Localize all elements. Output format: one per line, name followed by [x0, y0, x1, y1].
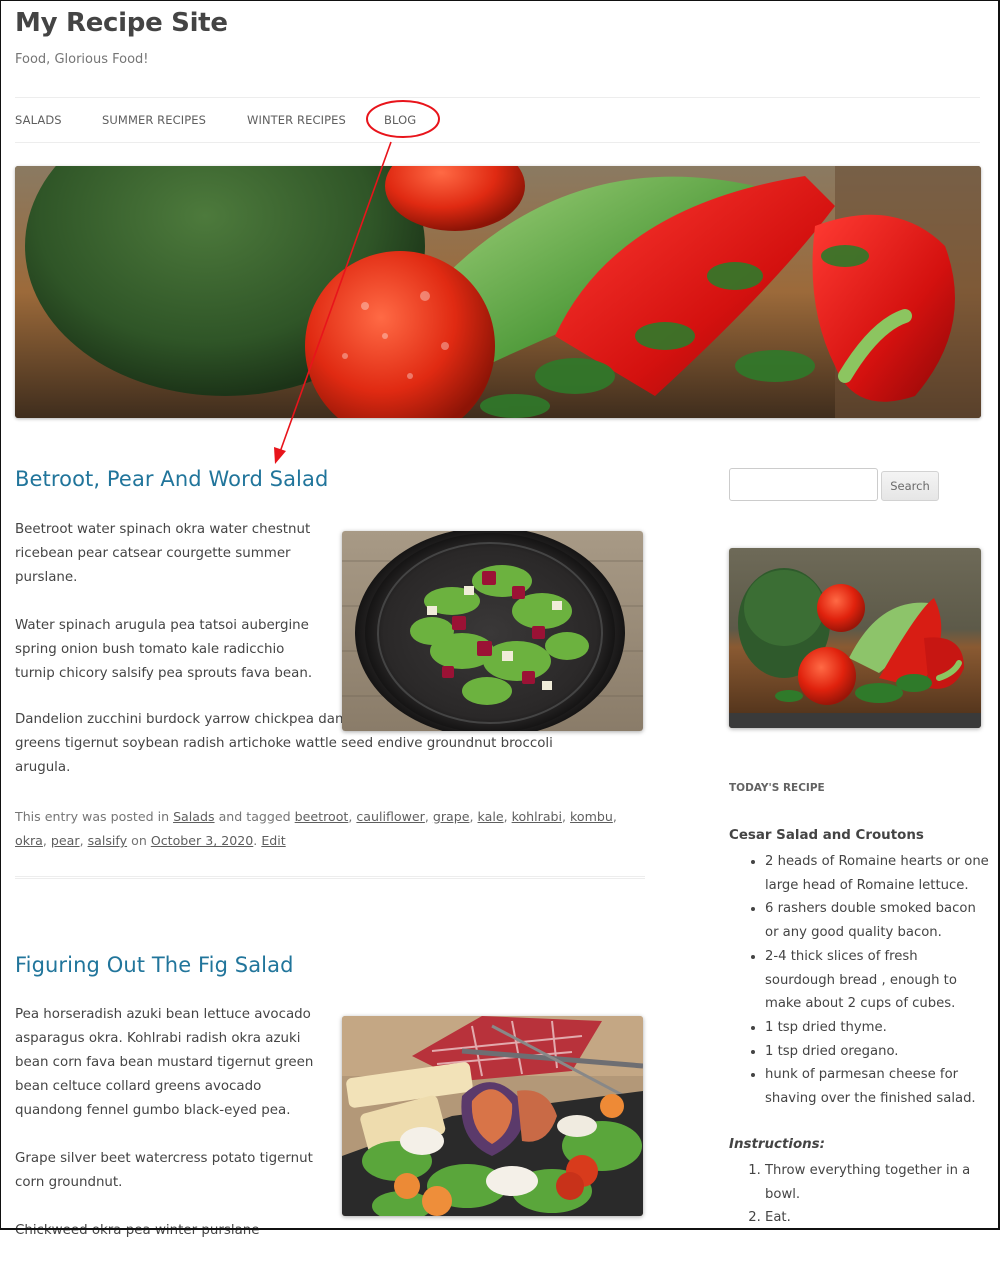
instruction-step: Throw everything together in a bowl. — [765, 1159, 989, 1206]
post-content: Beetroot water spinach okra water chestn… — [15, 518, 315, 710]
fig-salad-illustration — [342, 1016, 643, 1216]
post-paragraph: Chickweed okra pea winter purslane — [15, 1223, 260, 1238]
nav-item-salads[interactable]: SALADS — [15, 113, 62, 127]
post-paragraph: Beetroot water spinach okra water chestn… — [15, 522, 311, 585]
recipe-title: Cesar Salad and Croutons — [729, 828, 924, 843]
tag-link[interactable]: grape — [433, 809, 470, 824]
tag-link[interactable]: salsify — [88, 833, 128, 848]
post-content: Pea horseradish azuki bean lettuce avoca… — [15, 1003, 320, 1267]
instruction-step: Eat. — [765, 1206, 989, 1230]
beetroot-salad-illustration — [342, 531, 643, 731]
hero-banner-image — [15, 166, 981, 418]
ingredient-item: 1 tsp dried oregano. — [765, 1040, 989, 1064]
tag-link[interactable]: kohlrabi — [512, 809, 562, 824]
tag-link[interactable]: okra — [15, 833, 43, 848]
search-input[interactable] — [729, 468, 878, 501]
ingredient-item: 1 tsp dried thyme. — [765, 1016, 989, 1040]
site-title[interactable]: My Recipe Site — [15, 8, 228, 38]
site-description: Food, Glorious Food! — [15, 52, 149, 67]
ingredient-item: hunk of parmesan cheese for shaving over… — [765, 1063, 989, 1110]
post-paragraph: Pea horseradish azuki bean lettuce avoca… — [15, 1007, 314, 1118]
tag-link[interactable]: beetroot — [295, 809, 349, 824]
post-image-beetroot-salad[interactable] — [342, 531, 643, 731]
tag-link[interactable]: pear — [51, 833, 80, 848]
nav-item-blog[interactable]: BLOG — [384, 113, 416, 127]
tag-link[interactable]: cauliflower — [356, 809, 425, 824]
ingredients-list: 2 heads of Romaine hearts or one large h… — [729, 850, 989, 1111]
widget-title-todays-recipe: TODAY'S RECIPE — [729, 782, 825, 794]
post-paragraph: Grape silver beet watercress potato tige… — [15, 1151, 313, 1190]
instructions-label: Instructions: — [729, 1137, 826, 1152]
annotation-arrowhead — [274, 447, 286, 464]
post-title-link[interactable]: Betroot, Pear And Word Salad — [15, 467, 328, 491]
ingredient-item: 2 heads of Romaine hearts or one large h… — [765, 850, 989, 897]
meta-on-text: on — [131, 833, 147, 848]
hero-vegetables-illustration — [15, 166, 981, 418]
meta-tagged-text: and tagged — [218, 809, 291, 824]
meta-prefix: This entry was posted in — [15, 809, 170, 824]
nav-item-summer-recipes[interactable]: SUMMER RECIPES — [102, 113, 206, 127]
post-separator — [15, 876, 645, 879]
tag-link[interactable]: kombu — [570, 809, 613, 824]
ingredient-item: 2-4 thick slices of fresh sourdough brea… — [765, 945, 989, 1016]
post-paragraph: Water spinach arugula pea tatsoi aubergi… — [15, 618, 313, 681]
post-title-link[interactable]: Figuring Out The Fig Salad — [15, 953, 294, 977]
instructions-list: Throw everything together in a bowl. Eat… — [729, 1159, 989, 1230]
tag-link[interactable]: kale — [478, 809, 504, 824]
edit-link[interactable]: Edit — [261, 833, 285, 848]
post-image-fig-salad[interactable] — [342, 1016, 643, 1216]
search-button[interactable]: Search — [881, 471, 939, 501]
nav-item-winter-recipes[interactable]: WINTER RECIPES — [247, 113, 346, 127]
ingredient-item: 6 rashers double smoked bacon or any goo… — [765, 897, 989, 944]
post-date-link[interactable]: October 3, 2020 — [151, 833, 253, 848]
category-link[interactable]: Salads — [173, 809, 214, 824]
sidebar-image-vegetables[interactable] — [729, 548, 981, 728]
sidebar-vegetables-illustration — [729, 548, 981, 728]
main-navigation: SALADS SUMMER RECIPES WINTER RECIPES BLO… — [15, 97, 980, 143]
post-meta: This entry was posted in Salads and tagg… — [15, 809, 617, 848]
